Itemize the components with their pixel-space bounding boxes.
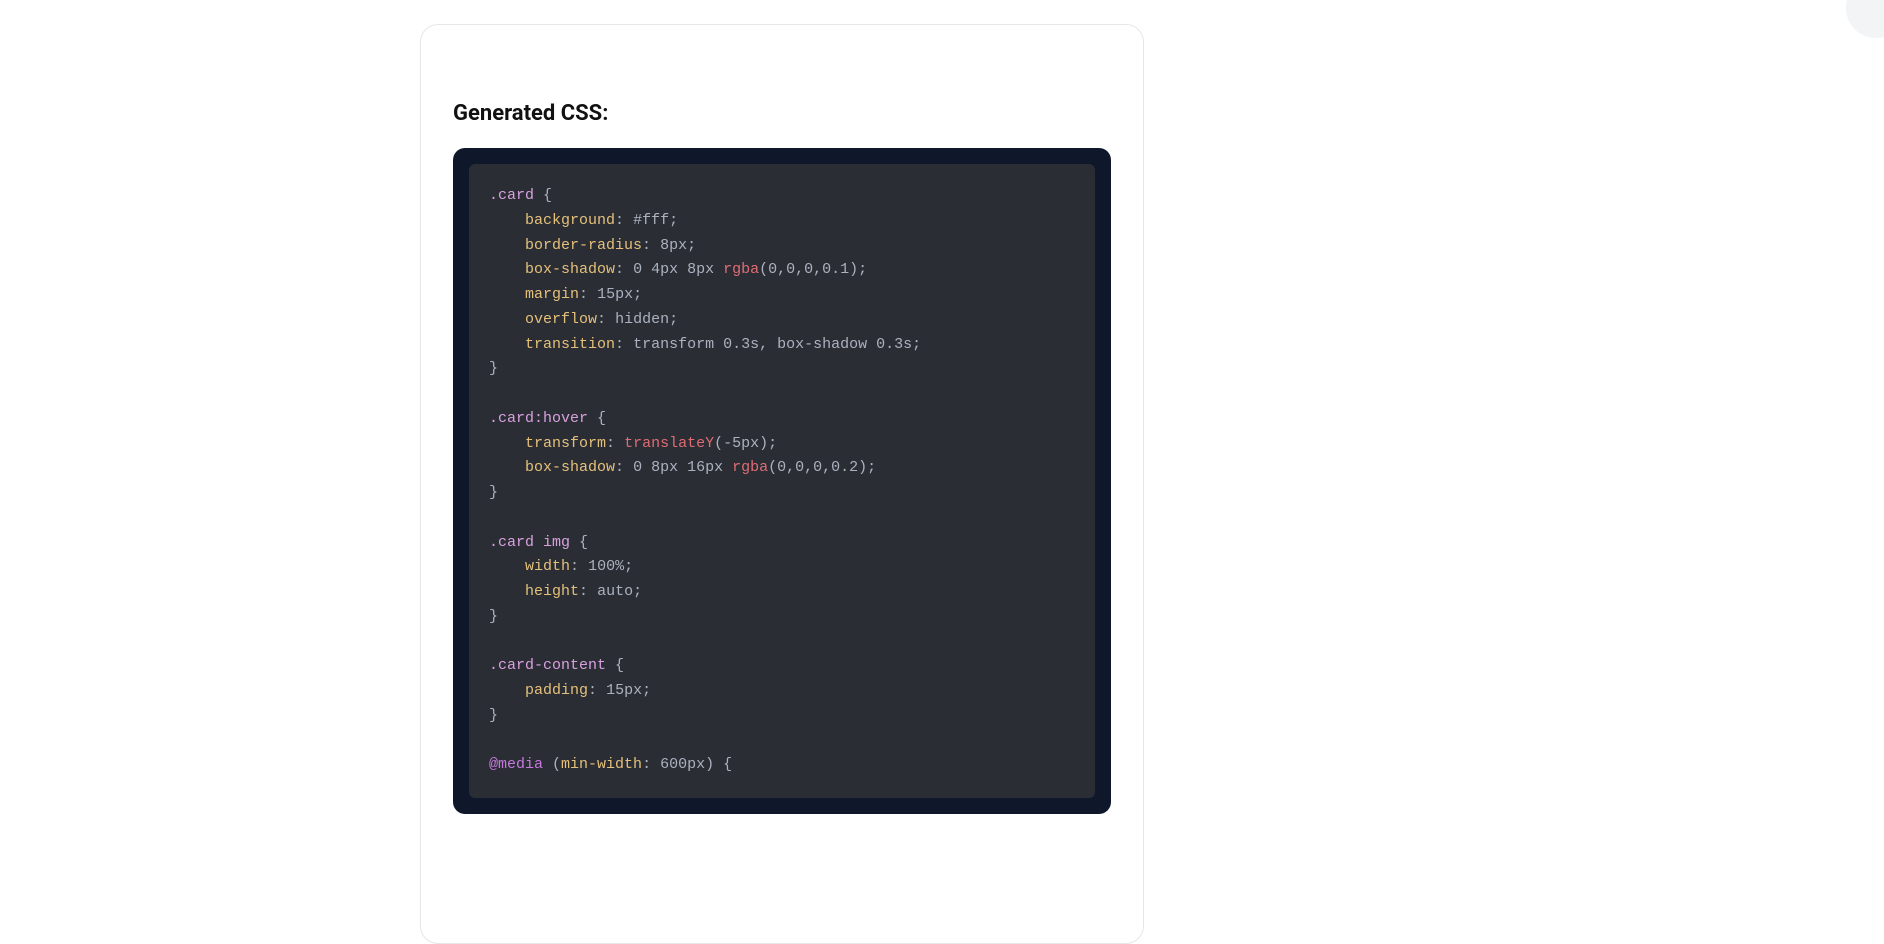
section-heading: Generated CSS: [453, 101, 1111, 126]
generated-css-code[interactable]: .card { background: #fff; border-radius:… [469, 164, 1095, 798]
scroll-down-button[interactable] [1846, 0, 1884, 38]
output-card: Generated CSS: .card { background: #fff;… [420, 24, 1144, 944]
code-block-frame: .card { background: #fff; border-radius:… [453, 148, 1111, 814]
